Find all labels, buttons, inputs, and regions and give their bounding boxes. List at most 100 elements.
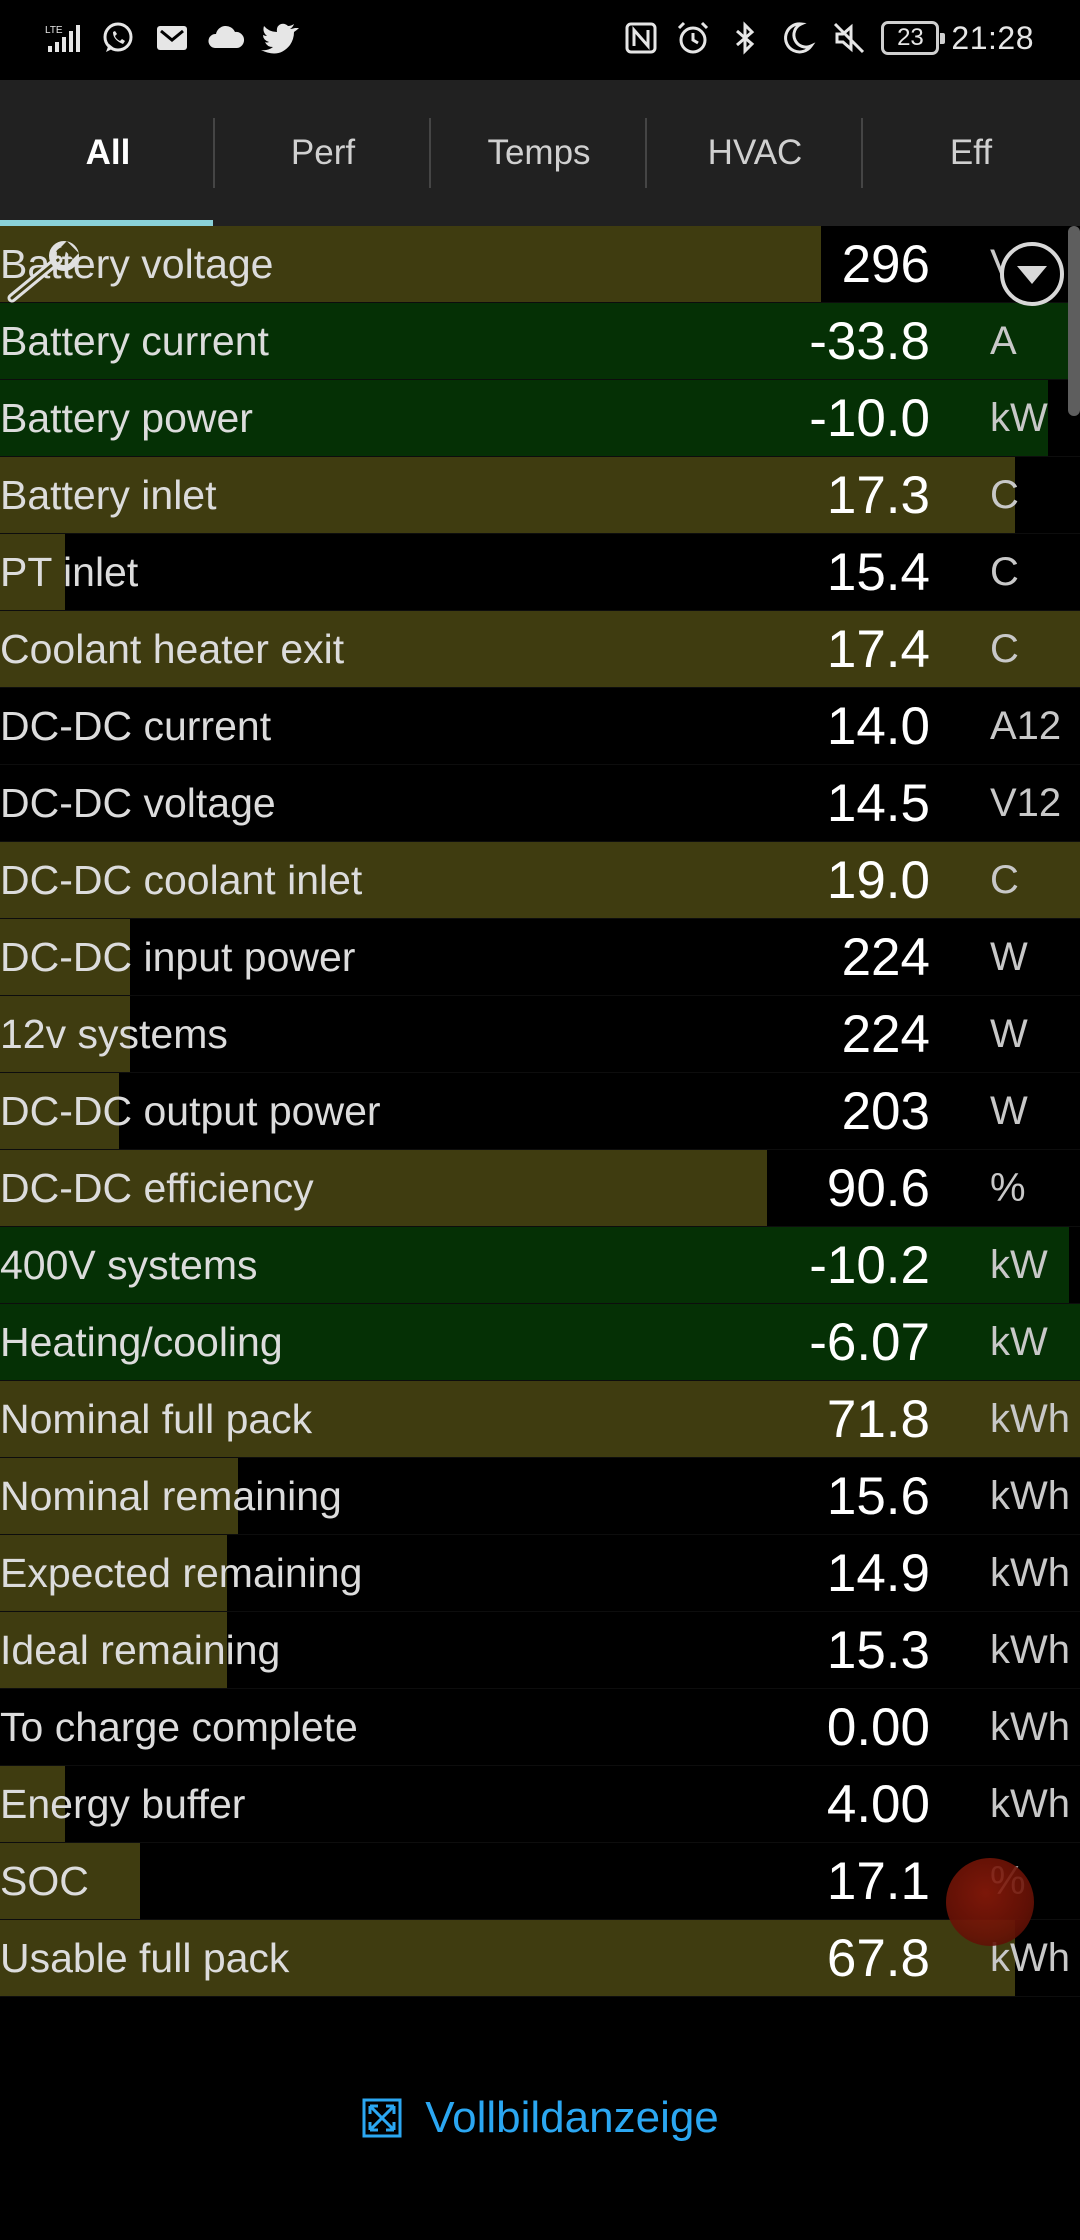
row-value: 4.00 [826, 1774, 930, 1834]
row-unit: % [990, 1165, 1026, 1210]
row-value: 67.8 [826, 1928, 930, 1988]
row-unit: kWh [990, 1550, 1070, 1595]
tab-eff[interactable]: Eff [863, 80, 1079, 226]
list-item[interactable]: Coolant heater exit 17.4 C [0, 611, 1080, 688]
row-label: DC-DC output power [0, 1087, 381, 1134]
list-item[interactable]: Ideal remaining 15.3 kWh [0, 1612, 1080, 1689]
row-label: PT inlet [0, 548, 139, 595]
list-item[interactable]: Battery inlet 17.3 C [0, 457, 1080, 534]
row-value: 224 [841, 1004, 930, 1064]
list-item[interactable]: DC-DC input power 224 W [0, 919, 1080, 996]
list-item[interactable]: Battery power -10.0 kW [0, 380, 1080, 457]
row-unit: C [990, 626, 1019, 671]
row-unit: kW [990, 1319, 1048, 1364]
wrench-icon[interactable] [4, 240, 88, 306]
row-value: -10.0 [809, 388, 930, 448]
alarm-icon [673, 18, 713, 58]
fullscreen-button[interactable]: Vollbildanzeige [0, 2080, 1080, 2156]
list-item[interactable]: 12v systems 224 W [0, 996, 1080, 1073]
row-unit: C [990, 549, 1019, 594]
app-screen: LTE 23 21:28 All Perf Temps HVAC Eff Bat… [0, 0, 1080, 2240]
list-item[interactable]: PT inlet 15.4 C [0, 534, 1080, 611]
row-label: Battery current [0, 317, 269, 364]
svg-text:LTE: LTE [45, 25, 63, 36]
list-item[interactable]: Expected remaining 14.9 kWh [0, 1535, 1080, 1612]
dropdown-toggle-icon[interactable] [998, 240, 1066, 308]
list-item[interactable]: Usable full pack 67.8 kWh [0, 1920, 1080, 1997]
row-unit: A12 [990, 703, 1062, 748]
row-label: 400V systems [0, 1241, 258, 1288]
row-value: 296 [841, 234, 930, 294]
row-value: 17.3 [826, 465, 930, 525]
row-label: Energy buffer [0, 1780, 246, 1827]
list-item[interactable]: DC-DC voltage 14.5 V12 [0, 765, 1080, 842]
row-label: DC-DC voltage [0, 779, 276, 826]
row-unit: kWh [990, 1781, 1070, 1826]
tab-temps[interactable]: Temps [431, 80, 647, 226]
row-value: 15.6 [826, 1466, 930, 1526]
list-item[interactable]: DC-DC efficiency 90.6% [0, 1150, 1080, 1227]
row-label: Coolant heater exit [0, 625, 345, 672]
mail-icon [152, 18, 192, 58]
list-item[interactable]: DC-DC coolant inlet 19.0 C [0, 842, 1080, 919]
row-label: Nominal remaining [0, 1472, 342, 1519]
battery-icon: 23 [881, 21, 946, 55]
list-item[interactable]: SOC17.1% [0, 1843, 1080, 1920]
row-label: Battery inlet [0, 471, 217, 518]
row-unit: C [990, 472, 1019, 517]
row-value: 15.4 [826, 542, 930, 602]
fullscreen-label: Vollbildanzeige [425, 2093, 719, 2142]
tab-perf[interactable]: Perf [215, 80, 431, 226]
data-list: Battery voltage296V Battery current -33.8… [0, 226, 1080, 1997]
row-unit: kWh [990, 1627, 1070, 1672]
row-value: 15.3 [826, 1620, 930, 1680]
row-value: 90.6 [826, 1158, 930, 1218]
list-item[interactable]: 400V systems -10.2 kW [0, 1227, 1080, 1304]
fullscreen-icon [361, 2097, 403, 2139]
list-item[interactable]: To charge complete 0.00 kWh [0, 1689, 1080, 1766]
row-label: Nominal full pack [0, 1395, 313, 1442]
row-unit: W [990, 1088, 1028, 1133]
twitter-icon [260, 18, 300, 58]
row-value: 19.0 [826, 850, 930, 910]
row-label: Usable full pack [0, 1934, 290, 1981]
status-bar-left: LTE [44, 18, 300, 58]
row-value: 203 [841, 1081, 930, 1141]
list-item[interactable]: DC-DC output power 203 W [0, 1073, 1080, 1150]
row-value: 14.5 [826, 773, 930, 833]
row-value: 14.0 [826, 696, 930, 756]
whatsapp-icon [98, 18, 138, 58]
row-label: DC-DC efficiency [0, 1164, 314, 1211]
status-clock: 21:28 [951, 19, 1034, 56]
row-label: SOC [0, 1857, 89, 1904]
row-unit: kW [990, 1242, 1048, 1287]
scrollbar-thumb[interactable] [1068, 226, 1080, 416]
moon-icon [777, 18, 817, 58]
row-value: 0.00 [826, 1697, 930, 1757]
list-item[interactable]: Nominal remaining 15.6 kWh [0, 1458, 1080, 1535]
list-item[interactable]: Battery current -33.8 A [0, 303, 1080, 380]
list-item[interactable]: Battery voltage296V [0, 226, 1080, 303]
nfc-icon [621, 18, 661, 58]
row-value: -33.8 [809, 311, 930, 371]
list-item[interactable]: Energy buffer 4.00 kWh [0, 1766, 1080, 1843]
tab-all[interactable]: All [0, 80, 216, 226]
list-item[interactable]: DC-DC current 14.0 A12 [0, 688, 1080, 765]
mute-icon [829, 18, 869, 58]
bluetooth-icon [725, 18, 765, 58]
list-item[interactable]: Heating/cooling -6.07 kW [0, 1304, 1080, 1381]
row-unit: kWh [990, 1473, 1070, 1518]
row-unit: V12 [990, 780, 1062, 825]
list-item[interactable]: Nominal full pack 71.8 kWh [0, 1381, 1080, 1458]
row-label: Battery power [0, 394, 253, 441]
row-unit: W [990, 934, 1028, 979]
row-value: 14.9 [826, 1543, 930, 1603]
cloud-icon [206, 18, 246, 58]
row-label: DC-DC input power [0, 933, 356, 980]
row-unit: kWh [990, 1396, 1070, 1441]
row-unit: kW [990, 395, 1048, 440]
tab-hvac[interactable]: HVAC [647, 80, 863, 226]
row-label: DC-DC coolant inlet [0, 856, 363, 903]
row-unit: kWh [990, 1704, 1070, 1749]
row-label: Heating/cooling [0, 1318, 283, 1365]
